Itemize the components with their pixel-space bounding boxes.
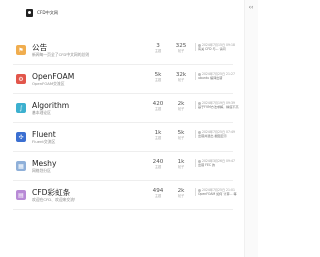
post-count: 5k 帖子 bbox=[170, 130, 192, 141]
category-name[interactable]: Algorithm bbox=[32, 101, 152, 110]
category-name[interactable]: CFD彩虹条 bbox=[32, 188, 152, 197]
category-name[interactable]: Meshy bbox=[32, 159, 152, 168]
topic-count-label: 主题 bbox=[154, 136, 162, 140]
post-count: 32k 帖子 bbox=[170, 72, 192, 83]
category-icon[interactable]: ✣ bbox=[16, 132, 26, 142]
category-text: Meshy 网格划分区 bbox=[32, 159, 152, 174]
site-title[interactable]: CFD中文网 bbox=[37, 10, 58, 16]
category-row[interactable]: ▦ Meshy 网格划分区 240 主题 1k 帖子 2024年3月26日 09… bbox=[13, 152, 235, 181]
category-icon[interactable]: ⚙ bbox=[16, 74, 26, 84]
category-name[interactable]: OpenFOAM bbox=[32, 72, 152, 81]
latest-post[interactable]: 2024年7月25日 21:27 ubuntu 编译出错 bbox=[195, 72, 241, 80]
post-count: 2k 帖子 bbox=[170, 101, 192, 112]
post-count-label: 帖子 bbox=[177, 107, 185, 111]
post-count-label: 帖子 bbox=[177, 49, 185, 53]
topic-count-label: 主题 bbox=[154, 194, 162, 198]
sidebar-toggle-icon[interactable]: ‹‹ bbox=[244, 0, 258, 14]
category-text: 公告 新闻每一页全了CFD中文网的总则 bbox=[32, 43, 152, 58]
category-row[interactable]: ⚑ 公告 新闻每一页全了CFD中文网的总则 3 主题 325 帖子 2024年7… bbox=[13, 36, 235, 65]
category-desc: Fluent交流区 bbox=[32, 138, 56, 144]
topic-count-label: 主题 bbox=[154, 49, 162, 53]
category-icon[interactable]: ∫ bbox=[16, 103, 26, 113]
category-desc: 欢迎在CFD、欢迎来交流！ bbox=[32, 196, 78, 202]
category-list: ⚑ 公告 新闻每一页全了CFD中文网的总则 3 主题 325 帖子 2024年7… bbox=[13, 36, 239, 210]
topic-count-label: 主题 bbox=[154, 107, 162, 111]
post-count-label: 帖子 bbox=[177, 78, 185, 82]
latest-post-title[interactable]: 出错并退出 截图显示 bbox=[198, 134, 241, 138]
topic-count: 5k 主题 bbox=[147, 72, 169, 83]
site-header: CFD中文网 bbox=[0, 0, 244, 26]
topic-count-label: 主题 bbox=[154, 78, 162, 82]
latest-post[interactable]: 2024年7月15日 09:18 有关 CFD 与... 请问 bbox=[195, 43, 241, 51]
topic-count: 420 主题 bbox=[147, 101, 169, 112]
latest-post-title[interactable]: ubuntu 编译出错 bbox=[198, 76, 241, 80]
post-count: 325 帖子 bbox=[170, 43, 192, 54]
category-row[interactable]: ⚙ OpenFOAM OpenFOAM交流区 5k 主题 32k 帖子 2024… bbox=[13, 65, 235, 94]
category-desc: OpenFOAM交流区 bbox=[32, 80, 65, 86]
topic-count: 494 主题 bbox=[147, 188, 169, 199]
post-count-label: 帖子 bbox=[177, 194, 185, 198]
latest-post[interactable]: 2024年7月19日 09:39 基于FVM方法求解，精度不高 bbox=[195, 101, 241, 109]
topic-count: 240 主题 bbox=[147, 159, 169, 170]
latest-post-title[interactable]: 基于FVM方法求解，精度不高 bbox=[198, 105, 241, 109]
category-text: Fluent Fluent交流区 bbox=[32, 130, 152, 145]
category-row[interactable]: ∫ Algorithm 基本理论区 420 主题 2k 帖子 2024年7月19… bbox=[13, 94, 239, 123]
post-count-label: 帖子 bbox=[177, 165, 185, 169]
right-sidebar bbox=[244, 0, 258, 257]
category-name[interactable]: 公告 bbox=[32, 43, 152, 52]
topic-count: 3 主题 bbox=[147, 43, 169, 54]
category-desc: 新闻每一页全了CFD中文网的总则 bbox=[32, 51, 90, 57]
category-text: CFD彩虹条 欢迎在CFD、欢迎来交流！ bbox=[32, 188, 152, 203]
site-logo[interactable] bbox=[26, 9, 33, 17]
post-count: 2k 帖子 bbox=[170, 188, 192, 199]
topic-count: 1k 主题 bbox=[147, 130, 169, 141]
post-count: 1k 帖子 bbox=[170, 159, 192, 170]
category-icon[interactable]: ▤ bbox=[16, 190, 26, 200]
post-count-label: 帖子 bbox=[177, 136, 185, 140]
category-desc: 基本理论区 bbox=[32, 109, 51, 115]
category-text: Algorithm 基本理论区 bbox=[32, 101, 152, 116]
category-desc: 网格划分区 bbox=[32, 167, 51, 173]
category-text: OpenFOAM OpenFOAM交流区 bbox=[32, 72, 152, 87]
latest-post-title[interactable]: 出错 FEC 的 bbox=[198, 163, 241, 167]
latest-post[interactable]: 2024年7月25日 21:01 OpenFOAM 如何 计算... 等 bbox=[195, 188, 241, 196]
latest-post-title[interactable]: 有关 CFD 与... 请问 bbox=[198, 47, 241, 51]
category-row[interactable]: ▤ CFD彩虹条 欢迎在CFD、欢迎来交流！ 494 主题 2k 帖子 2024… bbox=[13, 181, 237, 210]
category-icon[interactable]: ▦ bbox=[16, 161, 26, 171]
topic-count-label: 主题 bbox=[154, 165, 162, 169]
latest-post[interactable]: 2024年3月26日 09:47 出错 FEC 的 bbox=[195, 159, 241, 167]
category-name[interactable]: Fluent bbox=[32, 130, 152, 139]
category-icon[interactable]: ⚑ bbox=[16, 45, 26, 55]
category-row[interactable]: ✣ Fluent Fluent交流区 1k 主题 5k 帖子 2024年7月25… bbox=[13, 123, 235, 152]
latest-post-title[interactable]: OpenFOAM 如何 计算... 等 bbox=[198, 192, 241, 196]
latest-post[interactable]: 2024年7月25日 07:49 出错并退出 截图显示 bbox=[195, 130, 241, 138]
